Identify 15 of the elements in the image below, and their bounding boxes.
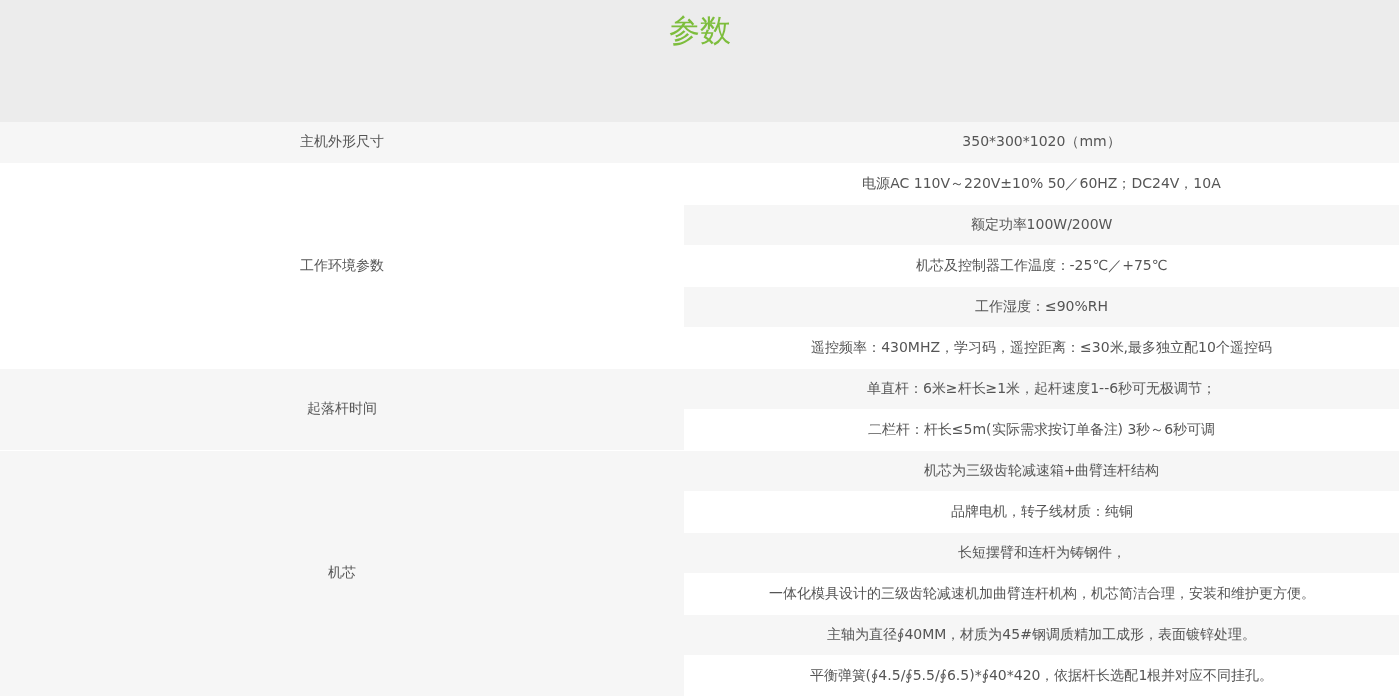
- spec-label: 起落杆时间: [0, 368, 684, 450]
- spec-value: 一体化模具设计的三级齿轮减速机加曲臂连杆机构，机芯简洁合理，安装和维护更方便。: [684, 573, 1399, 614]
- spec-value: 额定功率100W/200W: [684, 204, 1399, 245]
- spec-value: 主轴为直径∮40MM，材质为45#钢调质精加工成形，表面镀锌处理。: [684, 614, 1399, 655]
- spec-value: 品牌电机，转子线材质：纯铜: [684, 491, 1399, 532]
- spec-label: 机芯: [0, 450, 684, 696]
- spec-label: 主机外形尺寸: [0, 122, 684, 163]
- spec-value: 工作湿度：≤90%RH: [684, 286, 1399, 327]
- spec-value: 单直杆：6米≥杆长≥1米，起杆速度1--6秒可无极调节；: [684, 368, 1399, 409]
- page-title: 参数: [668, 11, 731, 50]
- spec-value: 350*300*1020（mm）: [684, 122, 1399, 163]
- spec-value: 长短摆臂和连杆为铸钢件，: [684, 532, 1399, 573]
- spec-value: 平衡弹簧(∮4.5/∮5.5/∮6.5)*∮40*420，依据杆长选配1根并对应不同挂孔。: [684, 655, 1399, 696]
- spec-value: 二栏杆：杆长≤5m(实际需求按订单备注) 3秒～6秒可调: [684, 409, 1399, 450]
- spec-value: 机芯为三级齿轮减速箱+曲臂连杆结构: [684, 450, 1399, 491]
